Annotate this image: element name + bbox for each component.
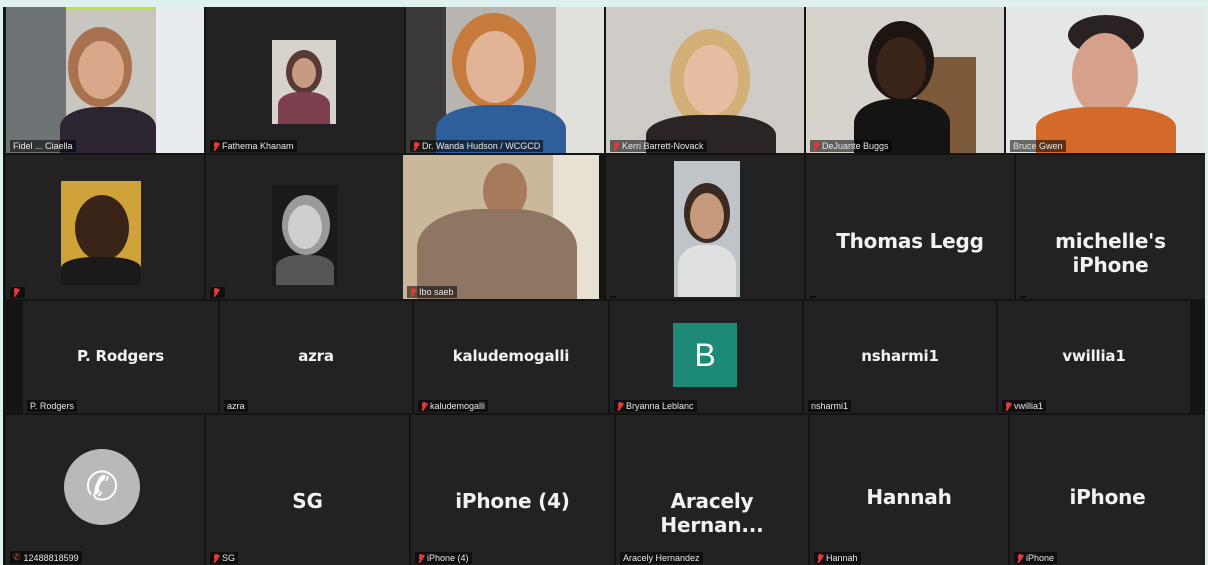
participant-tile[interactable]: nsharmi1 nsharmi1 (804, 301, 996, 413)
participant-name-label (1020, 296, 1026, 298)
participant-name-label: vwillia1 (1002, 400, 1047, 412)
participant-name-label: Dr. Wanda Hudson / WCGCD (410, 140, 544, 152)
participant-tile[interactable]: Dr. Wanda Hudson / WCGCD (406, 7, 604, 153)
participant-name: Thomas Legg (836, 229, 984, 253)
participant-name-label: Bruce Gwen (1010, 140, 1066, 152)
participant-name-label: P. Rodgers (27, 400, 77, 412)
muted-mic-icon (613, 141, 619, 151)
background-photo (6, 7, 66, 153)
participant-name-label: azra (224, 400, 248, 412)
participant-tile[interactable]: azra azra (220, 301, 412, 413)
participant-tile[interactable]: P. Rodgers P. Rodgers (23, 301, 218, 413)
participant-name-label: ✆ 12488818599 (10, 551, 82, 564)
participant-tile[interactable]: iPhone (4) iPhone (4) (411, 415, 614, 565)
muted-mic-icon (817, 553, 823, 563)
participant-tile[interactable]: Fidel ... Ciaella (6, 7, 204, 153)
participant-name: Hannah (866, 485, 952, 509)
participant-name-label: Bryanna Leblanc (614, 400, 697, 412)
muted-mic-icon (617, 401, 623, 411)
participant-name-label: Fidel ... Ciaella (10, 140, 76, 152)
participant-name: michelle's iPhone (1055, 229, 1166, 277)
participant-name-label: DeJuante Buggs (810, 140, 892, 152)
participant-tile[interactable]: Hannah Hannah (810, 415, 1008, 565)
participant-name-label: Aracely Hernandez (620, 552, 703, 564)
participant-name-label: kaludemogalli (418, 400, 489, 412)
participant-tile[interactable]: Fathema Khanam (206, 7, 404, 153)
zoom-gallery-view: Fidel ... Ciaella Fathema Khanam Dr. Wan… (0, 0, 1208, 565)
muted-mic-icon (213, 141, 219, 151)
person-face (684, 45, 738, 115)
participant-tile[interactable]: B Bryanna Leblanc (610, 301, 802, 413)
participant-name: azra (298, 347, 334, 365)
participant-name-label: iPhone (4) (415, 552, 472, 564)
participant-name: kaludemogalli (452, 347, 570, 365)
participant-name-label: Hannah (814, 552, 861, 564)
participant-tile[interactable]: Aracely Hernan... Aracely Hernandez (616, 415, 808, 565)
participant-name-label: nsharmi1 (808, 400, 852, 412)
participant-tile[interactable]: Kerri Barrett-Novack (606, 7, 804, 153)
person-face (466, 31, 524, 103)
participant-tile[interactable]: Ibo saeb (403, 155, 599, 299)
profile-photo (674, 161, 740, 297)
profile-photo (61, 181, 141, 285)
participant-name-label: Kerri Barrett-Novack (610, 140, 707, 152)
participant-name: nsharmi1 (861, 347, 939, 365)
muted-mic-icon (413, 141, 419, 151)
participant-name: iPhone (4) (455, 489, 570, 513)
muted-mic-icon (421, 401, 427, 411)
participant-name-label (610, 296, 616, 298)
muted-mic-icon (1017, 553, 1023, 563)
participant-name-label (810, 296, 816, 298)
participant-avatar: B (673, 323, 737, 387)
participant-name-label (10, 287, 25, 298)
participant-tile[interactable]: Bruce Gwen (1006, 7, 1205, 153)
profile-photo (272, 185, 338, 285)
participant-tile[interactable]: iPhone iPhone (1010, 415, 1205, 565)
background-photo (156, 7, 204, 153)
muted-mic-icon (410, 287, 416, 297)
participant-name: iPhone (1069, 485, 1146, 509)
participant-name: SG (292, 489, 323, 513)
participant-tile[interactable]: ✆ ✆ 12488818599 (6, 415, 204, 565)
muted-mic-icon (1005, 401, 1011, 411)
person-face (876, 37, 926, 99)
participant-tile[interactable]: DeJuante Buggs (806, 7, 1004, 153)
participant-tile[interactable]: kaludemogalli kaludemogalli (414, 301, 608, 413)
muted-mic-icon (213, 288, 219, 297)
participant-name: Aracely Hernan... (660, 489, 764, 537)
phone-audio-icon: ✆ (13, 552, 21, 562)
participant-tile[interactable]: vwillia1 vwillia1 (998, 301, 1190, 413)
participant-tile[interactable] (6, 155, 204, 299)
participant-tile[interactable]: SG SG (206, 415, 409, 565)
participant-tile[interactable] (606, 155, 804, 299)
participant-name-label: Fathema Khanam (210, 140, 297, 152)
participant-name-label (210, 287, 225, 298)
participant-name-label: Ibo saeb (407, 286, 457, 298)
participant-tile[interactable] (206, 155, 404, 299)
participant-tile[interactable]: Thomas Legg (806, 155, 1014, 299)
muted-mic-icon (813, 141, 819, 151)
profile-photo (272, 40, 336, 124)
participant-name: vwillia1 (1062, 347, 1126, 365)
person-face (78, 41, 124, 99)
muted-mic-icon (213, 553, 219, 563)
participant-name-label: SG (210, 552, 239, 564)
muted-mic-icon (13, 288, 19, 297)
person-face (1072, 33, 1138, 117)
participant-name: P. Rodgers (77, 347, 164, 365)
phone-icon: ✆ (64, 449, 140, 525)
muted-mic-icon (418, 553, 424, 563)
participant-tile[interactable]: michelle's iPhone (1016, 155, 1205, 299)
participant-name-label: iPhone (1014, 552, 1058, 564)
